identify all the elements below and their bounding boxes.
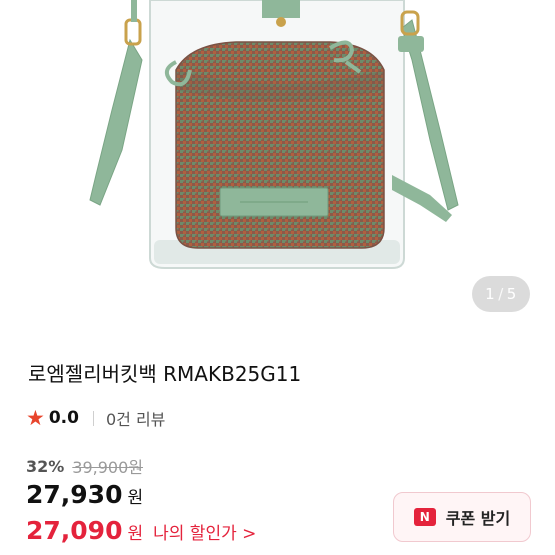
product-image [89,0,459,269]
my-price-row[interactable]: 27,090 원 나의 할인가 > [26,516,256,545]
rating-score: 0.0 [48,408,79,428]
my-discount-price: 27,090 [26,516,123,545]
image-pager: 1 / 5 [472,276,530,312]
product-image-gallery[interactable]: 1 / 5 [0,0,555,326]
discount-percent: 32% [26,456,65,476]
sale-price-unit: 원 [127,488,144,508]
product-title: 로엠젤리버킷백 RMAKB25G11 [28,362,302,386]
coupon-badge-icon: N [413,508,436,526]
coupon-button-label: 쿠폰 받기 [445,509,511,528]
my-discount-price-unit: 원 [127,524,144,544]
pager-separator: / [498,285,504,303]
pager-current: 1 [485,285,496,303]
review-count-link[interactable]: 0건 리뷰 [106,406,165,430]
rating-divider [92,410,94,426]
coupon-button[interactable]: N 쿠폰 받기 [393,492,531,542]
pager-total: 5 [506,285,517,303]
discount-row: 32% 39,900원 [26,454,143,478]
sale-price: 27,930 [26,480,123,509]
rating-row[interactable]: ★ 0.0 0건 리뷰 [26,406,165,430]
original-price: 39,900원 [72,458,144,477]
my-discount-price-link[interactable]: 나의 할인가 > [153,519,256,544]
sale-price-row: 27,930 원 [26,480,143,509]
star-icon: ★ [26,405,45,430]
